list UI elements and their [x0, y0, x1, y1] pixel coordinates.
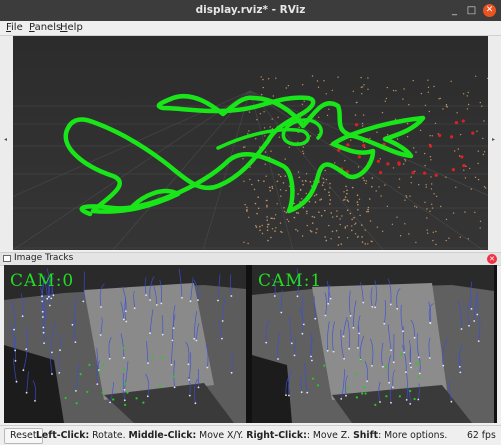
render-viewport[interactable]: [13, 36, 488, 250]
collapse-right-icon: ▸: [492, 136, 496, 143]
image-tracks-title: Image Tracks: [14, 253, 74, 263]
render-scene: [13, 36, 488, 250]
hint-part: : Move Z.: [306, 430, 354, 441]
camera-label: CAM:1: [258, 271, 323, 291]
camera-view-0: CAM:0: [4, 265, 246, 423]
hint-part: : More options.: [378, 430, 448, 441]
close-panel-icon[interactable]: ✕: [487, 254, 497, 264]
right-dock-handle[interactable]: ▸: [488, 36, 501, 250]
minimize-button[interactable]: _: [448, 4, 461, 17]
camera-label: CAM:0: [10, 271, 75, 291]
menu-panels[interactable]: Panels: [29, 22, 61, 33]
image-tracks-panel: CAM:0 CAM:1: [4, 265, 497, 423]
hint-part: Move X/Y.: [196, 430, 247, 441]
hint-part: Shift: [353, 430, 379, 441]
menu-bar: File Panels Help: [0, 21, 501, 36]
menu-help[interactable]: Help: [60, 22, 83, 33]
hint-part: Rotate.: [89, 430, 129, 441]
hint-part: Left-Click:: [36, 430, 90, 441]
hint-part: Right-Click:: [246, 430, 307, 441]
status-bar: Reset Left-Click: Rotate. Middle-Click: …: [0, 425, 501, 445]
window-title: display.rviz* - RViz: [195, 4, 306, 16]
image-tracks-header: Image Tracks ✕: [0, 252, 501, 266]
title-bar: display.rviz* - RViz _ □ ✕: [0, 0, 501, 21]
collapse-left-icon: ◂: [4, 136, 8, 143]
menu-file[interactable]: File: [6, 22, 23, 33]
fps-readout: 62 fps: [467, 430, 496, 441]
close-button[interactable]: ✕: [483, 4, 496, 17]
hint-part: Middle-Click:: [128, 430, 197, 441]
panel-icon: [3, 255, 11, 262]
camera-view-1: CAM:1: [252, 265, 494, 423]
mouse-hint: Left-Click: Rotate. Middle-Click: Move X…: [36, 430, 447, 441]
maximize-button[interactable]: □: [465, 4, 478, 17]
left-dock-handle[interactable]: ◂: [0, 36, 13, 250]
